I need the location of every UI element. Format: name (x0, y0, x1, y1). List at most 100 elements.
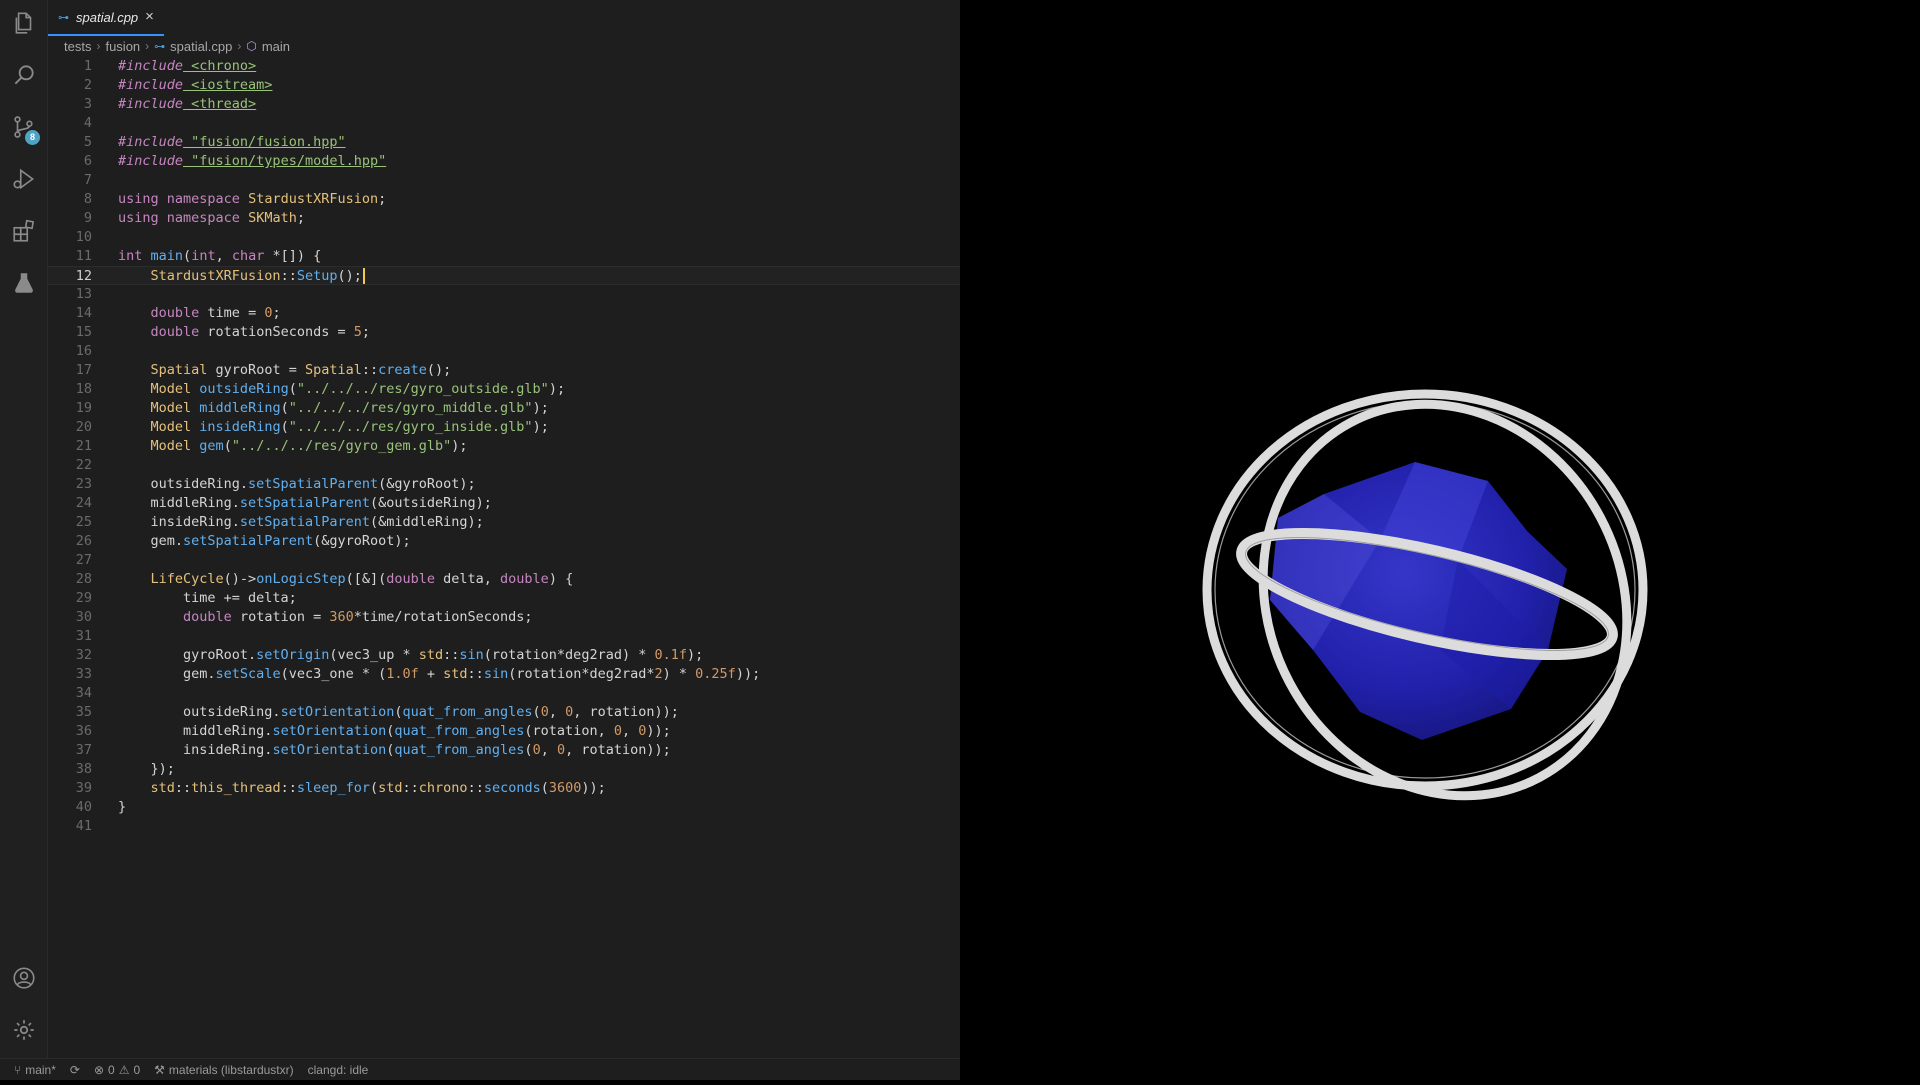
branch-status[interactable]: ⑂ main* (14, 1063, 56, 1077)
line-number: 34 (75, 685, 92, 701)
code-line[interactable]: 37 insideRing.setOrientation(quat_from_a… (48, 741, 960, 760)
line-text: }); (118, 761, 175, 777)
code-line[interactable]: 20 Model insideRing("../../../res/gyro_i… (48, 418, 960, 437)
warning-icon: ⚠ (118, 1063, 130, 1077)
code-line[interactable]: 9 using namespace SKMath; (48, 209, 960, 228)
line-text: Spatial gyroRoot = Spatial::create(); (150, 362, 452, 378)
code-line[interactable]: 40} (48, 798, 960, 817)
code-line[interactable]: 32 gyroRoot.setOrigin(vec3_up * std::sin… (48, 646, 960, 665)
tab-bar: ⊶ spatial.cpp × (48, 0, 960, 36)
line-number: 40 (75, 799, 92, 815)
problems-status[interactable]: ⊗ 0 ⚠ 0 (94, 1063, 140, 1077)
code-line[interactable]: 31 (48, 627, 960, 646)
line-text: Model middleRing("../../../res/gyro_midd… (150, 400, 549, 416)
code-line[interactable]: 7 (48, 171, 960, 190)
code-line[interactable]: 24 middleRing.setSpatialParent(&outsideR… (48, 494, 960, 513)
line-number: 3 (83, 96, 92, 112)
code-line[interactable]: 29 time += delta; (48, 589, 960, 608)
line-text: } (118, 799, 127, 815)
code-line[interactable]: 8 using namespace StardustXRFusion; (48, 190, 960, 209)
code-line[interactable]: 19 Model middleRing("../../../res/gyro_m… (48, 399, 960, 418)
code-line[interactable]: 38 }); (48, 760, 960, 779)
code-line[interactable]: 4 (48, 114, 960, 133)
accounts-button[interactable] (0, 958, 47, 998)
settings-button[interactable] (0, 1010, 47, 1050)
cpp-file-icon: ⊶ (58, 11, 69, 24)
breadcrumb-item-tests[interactable]: tests (64, 39, 91, 54)
search-button[interactable] (0, 55, 47, 95)
warning-count: 0 (133, 1063, 141, 1077)
activity-bar: 8 (0, 0, 48, 1058)
code-line[interactable]: 17 Spatial gyroRoot = Spatial::create(); (48, 361, 960, 380)
breadcrumb-item-symbol[interactable]: main (262, 39, 290, 54)
chevron-right-icon: › (145, 39, 150, 53)
code-line[interactable]: 26 gem.setSpatialParent(&gyroRoot); (48, 532, 960, 551)
code-line[interactable]: 39 std::this_thread::sleep_for(std::chro… (48, 779, 960, 798)
code-line[interactable]: 2 #include <iostream> (48, 76, 960, 95)
line-text: #include "fusion/fusion.hpp" (118, 134, 346, 150)
source-control-button[interactable]: 8 (0, 107, 47, 147)
line-text: Model outsideRing("../../../res/gyro_out… (150, 381, 566, 397)
code-line[interactable]: 36 middleRing.setOrientation(quat_from_a… (48, 722, 960, 741)
explorer-button[interactable] (0, 3, 47, 43)
code-line[interactable]: 23 outsideRing.setSpatialParent(&gyroRoo… (48, 475, 960, 494)
code-line[interactable]: 41 (48, 817, 960, 836)
code-line[interactable]: 34 (48, 684, 960, 703)
line-number: 21 (75, 438, 92, 454)
code-line[interactable]: 12 StardustXRFusion::Setup(); (48, 266, 960, 285)
line-number: 25 (75, 514, 92, 530)
project-status[interactable]: ⚒ materials (libstardustxr) (154, 1063, 293, 1077)
line-text: middleRing.setSpatialParent(&outsideRing… (118, 495, 492, 511)
code-line[interactable]: 16 (48, 342, 960, 361)
code-line[interactable]: 27 (48, 551, 960, 570)
error-count: 0 (108, 1063, 115, 1077)
breadcrumb-item-fusion[interactable]: fusion (105, 39, 140, 54)
line-text: gem.setSpatialParent(&gyroRoot); (118, 533, 411, 549)
code-line[interactable]: 3 #include <thread> (48, 95, 960, 114)
line-number: 16 (75, 343, 92, 359)
code-line[interactable]: 30 double rotation = 360*time/rotationSe… (48, 608, 960, 627)
line-number: 6 (83, 153, 92, 169)
code-line[interactable]: 25 insideRing.setSpatialParent(&middleRi… (48, 513, 960, 532)
sync-button[interactable]: ⟳ (70, 1063, 80, 1077)
code-line[interactable]: 22 (48, 456, 960, 475)
line-number: 13 (75, 286, 92, 302)
breadcrumb-item-file[interactable]: spatial.cpp (170, 39, 232, 54)
line-number: 41 (75, 818, 92, 834)
code-line[interactable]: 15 double rotationSeconds = 5; (48, 323, 960, 342)
remote-explorer-button[interactable] (0, 263, 47, 303)
error-icon: ⊗ (93, 1063, 105, 1077)
line-text: int main(int, char *[]) { (118, 248, 322, 264)
close-icon[interactable]: × (145, 9, 154, 24)
code-line[interactable]: 18 Model outsideRing("../../../res/gyro_… (48, 380, 960, 399)
code-line[interactable]: 6 #include "fusion/types/model.hpp" (48, 152, 960, 171)
line-number: 11 (75, 248, 92, 264)
line-text: LifeCycle()->onLogicStep([&](double delt… (150, 571, 574, 587)
line-number: 39 (75, 780, 92, 796)
extensions-icon (12, 219, 34, 242)
line-number: 18 (75, 381, 92, 397)
line-text: #include <thread> (118, 96, 257, 112)
line-number: 2 (83, 77, 92, 93)
run-debug-button[interactable] (0, 159, 47, 199)
code-area[interactable]: 1 #include <chrono> 2 #include <iostream> 3 #… (48, 57, 960, 836)
code-line[interactable]: 13 (48, 285, 960, 304)
code-line[interactable]: 5 #include "fusion/fusion.hpp" (48, 133, 960, 152)
line-text: double rotation = 360*time/rotationSecon… (183, 609, 533, 625)
extensions-button[interactable] (0, 211, 47, 251)
tab-spatial-cpp[interactable]: ⊶ spatial.cpp × (48, 0, 164, 36)
code-line[interactable]: 11 int main(int, char *[]) { (48, 247, 960, 266)
code-line[interactable]: 10 (48, 228, 960, 247)
line-number: 28 (75, 571, 92, 587)
search-icon (14, 65, 34, 85)
code-line[interactable]: 14 double time = 0; (48, 304, 960, 323)
line-text: Model gem("../../../res/gyro_gem.glb"); (150, 438, 468, 454)
clangd-status[interactable]: clangd: idle (308, 1063, 369, 1077)
code-line[interactable]: 33 gem.setScale(vec3_one * (1.0f + std::… (48, 665, 960, 684)
code-line[interactable]: 35 outsideRing.setOrientation(quat_from_… (48, 703, 960, 722)
code-line[interactable]: 21 Model gem("../../../res/gyro_gem.glb"… (48, 437, 960, 456)
line-text: std::this_thread::sleep_for(std::chrono:… (150, 780, 606, 796)
code-line[interactable]: 1 #include <chrono> (48, 57, 960, 76)
code-line[interactable]: 28 LifeCycle()->onLogicStep([&](double d… (48, 570, 960, 589)
line-number: 19 (75, 400, 92, 416)
